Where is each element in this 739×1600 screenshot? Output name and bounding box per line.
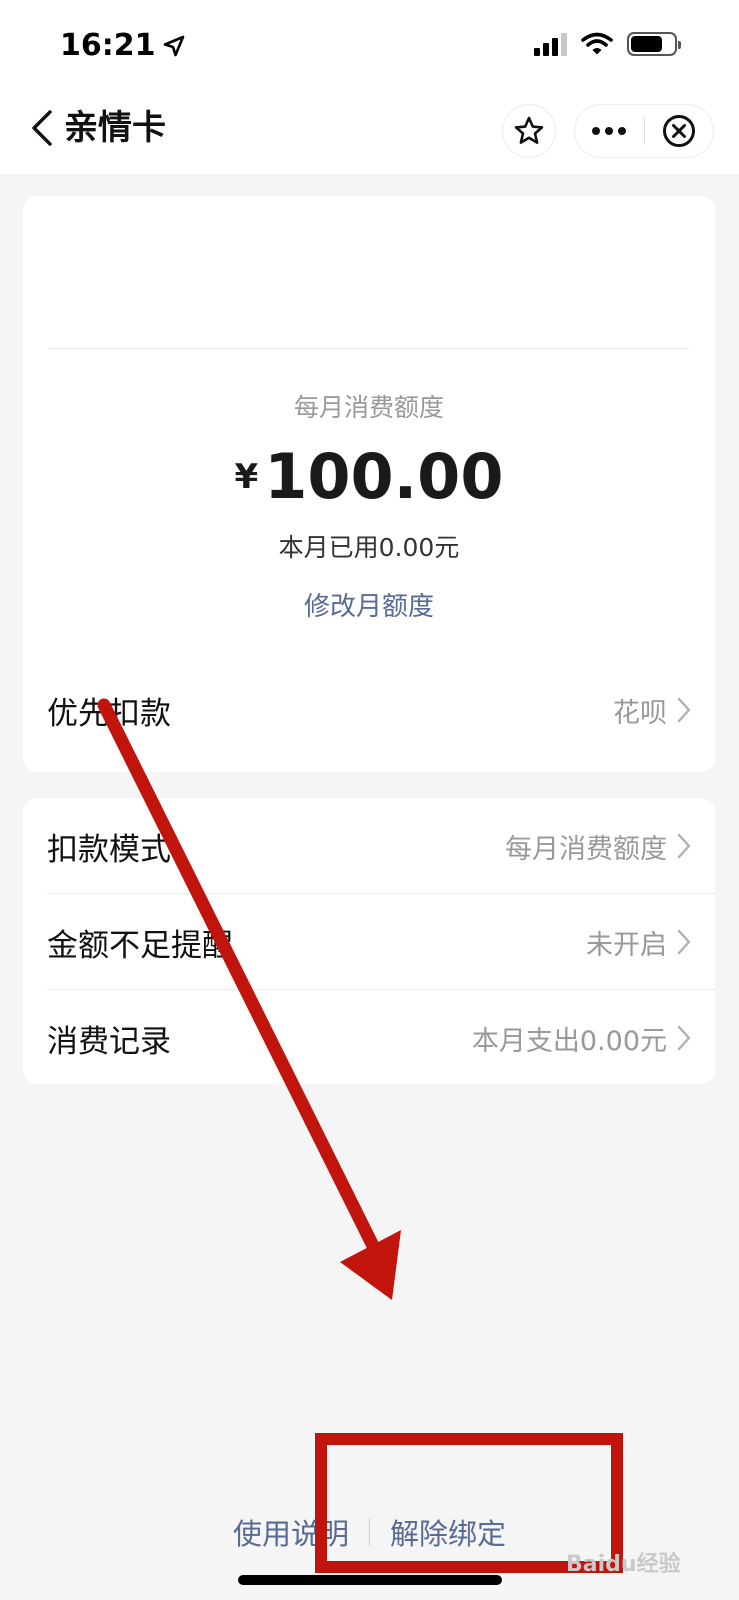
row-value: 每月消费额度 (505, 833, 667, 865)
status-time-text: 16:21 (60, 28, 156, 63)
signal-icon (534, 32, 567, 56)
consumption-record-row[interactable]: 消费记录 本月支出0.00元 (47, 990, 691, 1086)
location-arrow-icon (163, 35, 184, 56)
chevron-right-icon (677, 1025, 691, 1051)
close-button[interactable] (645, 104, 714, 158)
back-arrow-icon[interactable] (28, 106, 56, 150)
page-title: 亲情卡 (64, 108, 166, 148)
star-icon (514, 116, 544, 144)
row-label: 优先扣款 (47, 695, 171, 732)
row-value: 未开启 (586, 929, 667, 961)
used-this-month: 本月已用0.00元 (278, 533, 460, 562)
chevron-right-icon (677, 697, 691, 723)
row-value: 花呗 (613, 697, 667, 729)
quota-label: 每月消费额度 (293, 393, 444, 422)
quota-amount: ¥100.00 (23, 440, 715, 513)
low-balance-reminder-row[interactable]: 金额不足提醒 未开启 (47, 894, 691, 990)
priority-deduction-row[interactable]: 优先扣款 花呗 (47, 662, 691, 758)
home-indicator (238, 1575, 502, 1585)
status-icons (534, 32, 681, 56)
card-divider (49, 348, 689, 349)
row-label: 扣款模式 (47, 831, 171, 868)
chevron-right-icon (677, 929, 691, 955)
wifi-icon (581, 32, 613, 55)
mini-program-capsule (574, 104, 714, 158)
currency-symbol: ¥ (234, 457, 259, 497)
close-circle-icon (662, 115, 695, 147)
row-value: 本月支出0.00元 (471, 1025, 667, 1057)
chevron-right-icon (677, 833, 691, 859)
quota-card: 每月消费额度 ¥100.00 本月已用0.00元 修改月额度 优先扣款 花呗 (23, 196, 715, 772)
deduction-mode-row[interactable]: 扣款模式 每月消费额度 (47, 798, 691, 894)
top-bar: 16:21 亲情卡 (0, 0, 739, 174)
baidu-watermark: Baidu经验 (566, 1552, 681, 1577)
settings-card: 扣款模式 每月消费额度 金额不足提醒 未开启 消费记录 本月支出0.00元 (23, 798, 715, 1084)
more-button[interactable] (575, 104, 644, 158)
more-dots-icon (592, 127, 627, 135)
battery-icon (627, 32, 681, 56)
row-label: 消费记录 (47, 1023, 171, 1060)
status-time: 16:21 (60, 28, 186, 63)
row-label: 金额不足提醒 (47, 927, 233, 964)
favorite-button[interactable] (502, 104, 556, 158)
quota-amount-value: 100.00 (264, 440, 504, 513)
modify-quota-link[interactable]: 修改月额度 (23, 586, 715, 623)
